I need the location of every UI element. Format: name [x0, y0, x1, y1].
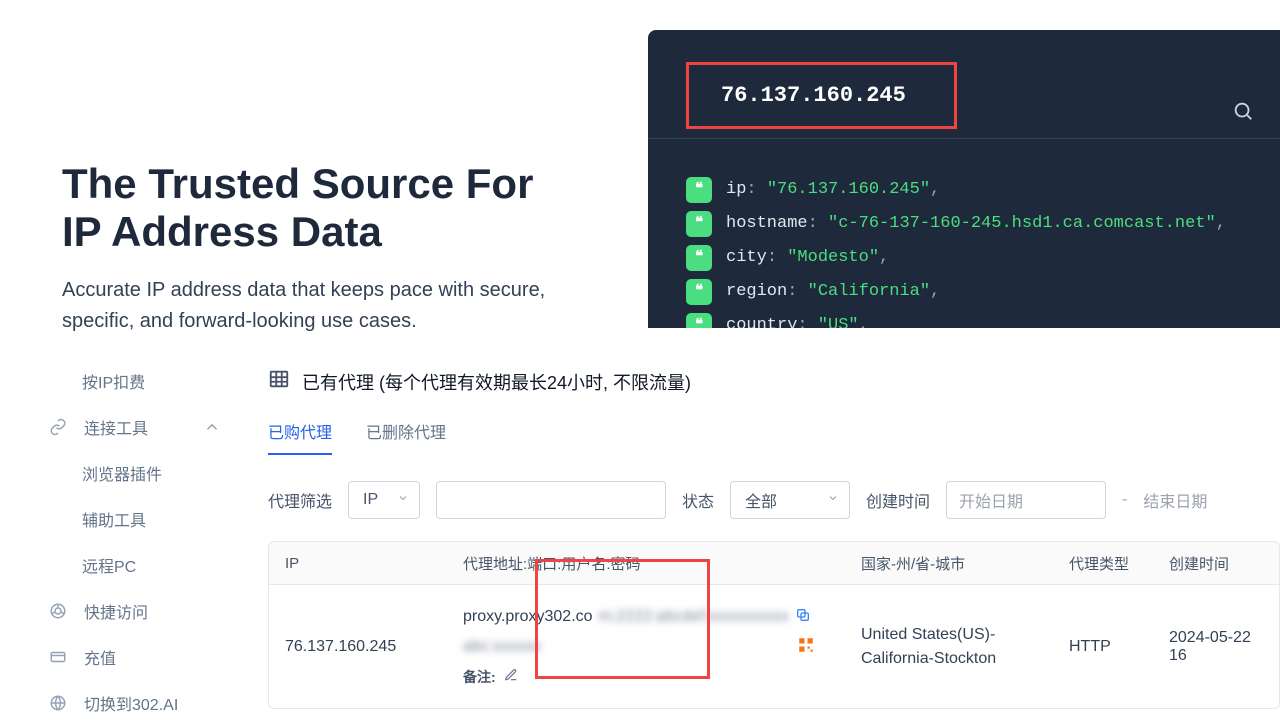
kv-key: city [726, 248, 767, 267]
sidebar-item-label: 切换到302.AI [84, 691, 178, 715]
sidebar-item-label: 快捷访问 [84, 599, 148, 623]
create-time-label: 创建时间 [866, 488, 930, 512]
table-icon [268, 368, 290, 395]
quote-icon: ❝ [686, 245, 712, 271]
sidebar-item-quick-access[interactable]: 快捷访问 [0, 588, 260, 634]
status-label: 状态 [682, 488, 714, 512]
hero-text-block: The Trusted Source For IP Address Data A… [62, 160, 582, 337]
chrome-icon [48, 602, 68, 620]
globe-icon [48, 694, 68, 712]
select-value: IP [363, 491, 378, 509]
remark-row: 备注: [463, 667, 829, 687]
sidebar-item-label: 按IP扣费 [82, 369, 145, 393]
cell-addr: proxy.proxy302.co m:2222:abcdef:xxxxxxxxx… [447, 589, 845, 705]
th-location: 国家-州/省-城市 [845, 553, 1053, 574]
kv-val: "US" [818, 316, 859, 328]
panel-title: 已有代理 (每个代理有效期最长24小时, 不限流量) [302, 369, 691, 395]
kv-row: ❝ region: "California", [686, 275, 1280, 309]
th-addr: 代理地址:端口:用户名:密码 [447, 553, 845, 574]
sidebar-item-ip-billing[interactable]: 按IP扣费 [0, 358, 260, 404]
ip-lookup-panel: 76.137.160.245 ❝ ip: "76.137.160.245", ❝… [648, 30, 1280, 328]
filter-bar: 代理筛选 IP 状态 全部 创建时间 开始日期 - 结束日期 [268, 481, 1280, 519]
addr-masked: m:2222:abcdef:xxxxxxxxxx [599, 608, 789, 626]
cell-ip: 76.137.160.245 [269, 638, 447, 656]
quote-icon: ❝ [686, 279, 712, 305]
edit-icon[interactable] [504, 668, 518, 685]
status-select[interactable]: 全部 [730, 481, 850, 519]
proxy-dashboard: 按IP扣费 连接工具 浏览器插件 辅助工具 远程PC 快捷访问 充值 切换到30… [0, 350, 1280, 720]
kv-row: ❝ hostname: "c-76-137-160-245.hsd1.ca.co… [686, 207, 1280, 241]
sidebar-item-label: 连接工具 [84, 415, 148, 439]
ip-json-output: ❝ ip: "76.137.160.245", ❝ hostname: "c-7… [686, 173, 1280, 328]
panel-divider [648, 138, 1280, 139]
main-content: 已有代理 (每个代理有效期最长24小时, 不限流量) 已购代理 已删除代理 代理… [260, 350, 1280, 720]
addr-visible: proxy.proxy302.co [463, 608, 593, 626]
addr-line2: abc:xxxxxx [463, 636, 829, 659]
sidebar-item-label: 远程PC [82, 553, 136, 577]
kv-key: region [726, 282, 787, 301]
filter-search-input[interactable] [436, 481, 666, 519]
date-range-dash: - [1122, 491, 1127, 509]
sidebar-item-recharge[interactable]: 充值 [0, 634, 260, 680]
sidebar-item-label: 辅助工具 [82, 507, 146, 531]
kv-val: "California" [808, 282, 930, 301]
th-time: 创建时间 [1153, 553, 1279, 574]
card-icon [48, 648, 68, 666]
th-type: 代理类型 [1053, 553, 1153, 574]
sidebar-item-connect-tools[interactable]: 连接工具 [0, 404, 260, 450]
kv-row: ❝ country: "US", [686, 309, 1280, 328]
link-icon [48, 418, 68, 436]
tabs: 已购代理 已删除代理 [268, 419, 1280, 455]
sidebar-item-label: 浏览器插件 [82, 461, 162, 485]
panel-title-row: 已有代理 (每个代理有效期最长24小时, 不限流量) [268, 368, 1280, 395]
table-header: IP 代理地址:端口:用户名:密码 国家-州/省-城市 代理类型 创建时间 [269, 542, 1279, 584]
tab-purchased[interactable]: 已购代理 [268, 419, 332, 455]
sidebar-item-remote-pc[interactable]: 远程PC [0, 542, 260, 588]
filter-label: 代理筛选 [268, 488, 332, 512]
quote-icon: ❝ [686, 177, 712, 203]
hero-subtitle: Accurate IP address data that keeps pace… [62, 275, 582, 337]
kv-val: "c-76-137-160-245.hsd1.ca.comcast.net" [828, 214, 1216, 233]
qr-icon[interactable] [797, 636, 815, 659]
end-date-input[interactable]: 结束日期 [1143, 488, 1207, 512]
start-date-input[interactable]: 开始日期 [946, 481, 1106, 519]
ip-lookup-input-value[interactable]: 76.137.160.245 [721, 83, 906, 108]
kv-row: ❝ city: "Modesto", [686, 241, 1280, 275]
sidebar-item-aux-tools[interactable]: 辅助工具 [0, 496, 260, 542]
quote-icon: ❝ [686, 313, 712, 328]
table-row: 76.137.160.245 proxy.proxy302.co m:2222:a… [269, 584, 1279, 708]
filter-type-select[interactable]: IP [348, 481, 420, 519]
copy-icon[interactable] [795, 607, 811, 628]
addr-line1: proxy.proxy302.co m:2222:abcdef:xxxxxxxxx… [463, 607, 829, 628]
kv-key: country [726, 316, 797, 328]
kv-key: ip [726, 180, 746, 199]
th-ip: IP [269, 555, 447, 572]
kv-val: "76.137.160.245" [767, 180, 930, 199]
sidebar-item-label: 充值 [84, 645, 116, 669]
hero-section: The Trusted Source For IP Address Data A… [0, 0, 1280, 328]
cell-type: HTTP [1053, 638, 1153, 656]
select-value: 全部 [745, 488, 777, 512]
remark-label: 备注: [463, 667, 496, 687]
kv-row: ❝ ip: "76.137.160.245", [686, 173, 1280, 207]
search-icon[interactable] [1232, 100, 1254, 127]
kv-key: hostname [726, 214, 808, 233]
chevron-up-icon [202, 418, 222, 436]
sidebar: 按IP扣费 连接工具 浏览器插件 辅助工具 远程PC 快捷访问 充值 切换到30… [0, 350, 260, 720]
cell-time: 2024-05-22 16 [1153, 629, 1279, 665]
hero-title: The Trusted Source For IP Address Data [62, 160, 582, 257]
placeholder: 开始日期 [959, 488, 1023, 512]
sidebar-item-switch-ai[interactable]: 切换到302.AI [0, 680, 260, 726]
addr-masked: abc:xxxxxx [463, 638, 541, 656]
ip-highlight-box: 76.137.160.245 [686, 62, 957, 129]
tab-deleted[interactable]: 已删除代理 [366, 419, 446, 455]
chevron-down-icon [397, 491, 409, 509]
cell-location: United States(US)-California-Stockton [845, 623, 1053, 671]
proxy-table: IP 代理地址:端口:用户名:密码 国家-州/省-城市 代理类型 创建时间 76… [268, 541, 1280, 709]
quote-icon: ❝ [686, 211, 712, 237]
kv-val: "Modesto" [787, 248, 879, 267]
sidebar-item-browser-ext[interactable]: 浏览器插件 [0, 450, 260, 496]
chevron-down-icon [827, 491, 839, 509]
